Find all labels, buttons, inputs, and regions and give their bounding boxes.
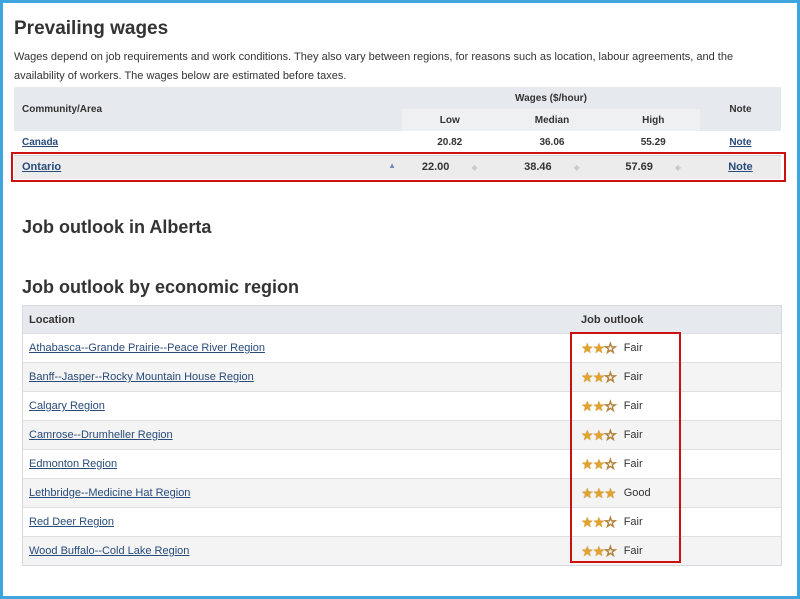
rating-stars: ★★☆ (581, 426, 617, 444)
region-link[interactable]: Banff--Jasper--Rocky Mountain House Regi… (29, 371, 254, 383)
rating-stars: ★★☆ (581, 542, 617, 560)
outlook-rating: Fair (623, 371, 643, 383)
col-low[interactable]: Low (402, 109, 498, 131)
star-filled-icon: ★ (581, 484, 594, 501)
star-filled-icon: ★ (604, 484, 617, 501)
outlook-rating: Fair (623, 545, 643, 557)
region-link[interactable]: Athabasca--Grande Prairie--Peace River R… (29, 342, 265, 354)
rating-stars: ★★☆ (581, 339, 617, 357)
sort-icon: ◆ (471, 163, 478, 173)
rating-stars: ★★☆ (581, 368, 617, 386)
region-link[interactable]: Calgary Region (29, 400, 105, 412)
rating-stars: ★★☆ (581, 455, 617, 473)
canada-link[interactable]: Canada (22, 137, 58, 148)
star-filled-icon: ★ (581, 397, 594, 414)
ontario-note-link[interactable]: Note (728, 161, 752, 173)
outlook-row: Wood Buffalo--Cold Lake Region ★★☆ Fair (22, 536, 782, 566)
region-link[interactable]: Edmonton Region (29, 458, 117, 470)
outlook-rating: Fair (623, 429, 643, 441)
rating-stars: ★★★ (581, 484, 617, 502)
region-link[interactable]: Lethbridge--Medicine Hat Region (29, 487, 190, 499)
outlook-rating: Fair (623, 516, 643, 528)
job-outlook-alberta-heading: Job outlook in Alberta (22, 217, 212, 237)
star-empty-icon: ☆ (604, 513, 617, 530)
sort-up-icon: ▲ (388, 161, 397, 171)
star-empty-icon: ☆ (604, 339, 617, 356)
job-outlook-region-heading: Job outlook by economic region (22, 277, 300, 297)
star-empty-icon: ☆ (604, 542, 617, 559)
star-filled-icon: ★ (581, 542, 594, 559)
star-empty-icon: ☆ (604, 368, 617, 385)
star-filled-icon: ★ (592, 368, 606, 385)
star-filled-icon: ★ (592, 542, 606, 559)
star-empty-icon: ☆ (604, 455, 617, 472)
star-empty-icon: ☆ (604, 397, 617, 414)
wages-table: Community/Area Wages ($/hour) Note Low M… (14, 87, 781, 179)
outlook-rating: Fair (623, 342, 643, 354)
prevailing-wages-heading: Prevailing wages (14, 18, 169, 39)
outlook-row: Calgary Region ★★☆ Fair (22, 391, 782, 421)
ontario-low: 22.00 (421, 161, 450, 174)
col-wages-group: Wages ($/hour) (515, 92, 587, 104)
page: Prevailing wages Wages depend on job req… (0, 0, 800, 599)
canada-low: 20.82 (437, 137, 463, 149)
rating-stars: ★★☆ (581, 513, 617, 531)
outlook-row: Edmonton Region ★★☆ Fair (22, 449, 782, 479)
ontario-link[interactable]: Ontario (22, 161, 61, 173)
star-filled-icon: ★ (581, 513, 594, 530)
star-filled-icon: ★ (592, 484, 606, 501)
star-empty-icon: ☆ (604, 426, 617, 443)
outlook-row: Red Deer Region ★★☆ Fair (22, 507, 782, 537)
outlook-rating: Fair (623, 458, 643, 470)
canada-note-link[interactable]: Note (729, 137, 751, 148)
wages-row-canada: Canada 20.82 36.06 55.29 Note (14, 131, 781, 155)
outlook-row: Camrose--Drumheller Region ★★☆ Fair (22, 420, 782, 450)
region-link[interactable]: Camrose--Drumheller Region (29, 429, 173, 441)
col-median[interactable]: Median (497, 109, 607, 131)
col-note: Note (729, 103, 752, 115)
star-filled-icon: ★ (592, 339, 606, 356)
sort-icon: ◆ (674, 163, 682, 173)
rating-stars: ★★☆ (581, 397, 617, 415)
sort-icon: ◆ (573, 163, 580, 173)
ontario-median: 38.46 (524, 161, 552, 174)
outlook-rating: Good (623, 487, 651, 499)
star-filled-icon: ★ (592, 426, 606, 443)
star-filled-icon: ★ (581, 368, 594, 385)
star-filled-icon: ★ (592, 513, 606, 530)
col-job-outlook: Job outlook (581, 313, 644, 326)
col-community-area[interactable]: Community/Area (14, 87, 402, 131)
wages-row-ontario: Ontario ▲ 22.00 ◆ 38.46 ◆ 57.69 ◆ Note (14, 155, 781, 179)
col-location: Location (29, 313, 75, 326)
star-filled-icon: ★ (592, 455, 606, 472)
ontario-high: 57.69 (625, 161, 653, 174)
prevailing-wages-intro: Wages depend on job requirements and wor… (14, 51, 734, 82)
outlook-rating: Fair (623, 400, 643, 412)
outlook-row: Banff--Jasper--Rocky Mountain House Regi… (22, 362, 782, 392)
star-filled-icon: ★ (581, 455, 594, 472)
outlook-row: Athabasca--Grande Prairie--Peace River R… (22, 333, 782, 363)
col-high[interactable]: High (606, 109, 700, 131)
canada-median: 36.06 (539, 137, 565, 149)
canada-high: 55.29 (640, 137, 666, 149)
star-filled-icon: ★ (581, 339, 594, 356)
outlook-table: Location Job outlook Athabasca--Grande P… (22, 305, 782, 566)
region-link[interactable]: Red Deer Region (29, 516, 114, 528)
region-link[interactable]: Wood Buffalo--Cold Lake Region (29, 545, 189, 557)
outlook-row: Lethbridge--Medicine Hat Region ★★★ Good (22, 478, 782, 508)
star-filled-icon: ★ (581, 426, 594, 443)
star-filled-icon: ★ (592, 397, 606, 414)
